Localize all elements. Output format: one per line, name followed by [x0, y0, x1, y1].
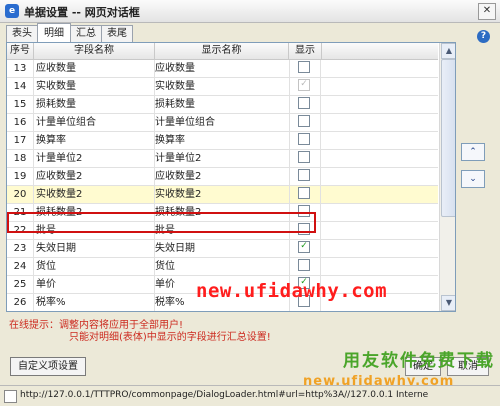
tab-header[interactable]: 表头 — [6, 25, 38, 42]
row-number: 14 — [7, 78, 34, 95]
display-name-cell: 计量单位组合 — [153, 114, 290, 131]
field-name-cell: 货位 — [34, 258, 155, 275]
table-row[interactable]: 24 货位 货位 — [7, 258, 438, 276]
custom-item-settings-button[interactable]: 自定义项设置 — [10, 357, 86, 376]
page-icon — [4, 390, 17, 403]
row-number: 25 — [7, 276, 34, 293]
visible-cell: ✓ — [288, 78, 321, 95]
field-name-cell: 换算率 — [34, 132, 155, 149]
row-number: 13 — [7, 60, 34, 77]
display-name-cell: 实收数量 — [153, 78, 290, 95]
display-name-cell: 应收数量2 — [153, 168, 290, 185]
field-name-cell: 税率% — [34, 294, 155, 311]
table-row[interactable]: 13 应收数量 应收数量 — [7, 60, 438, 78]
row-number: 15 — [7, 96, 34, 113]
scroll-down-button[interactable]: ▼ — [441, 295, 455, 311]
visible-checkbox[interactable]: ✓ — [298, 241, 310, 253]
help-icon[interactable]: ? — [477, 30, 490, 43]
visible-checkbox[interactable] — [298, 115, 310, 127]
field-name-cell: 计量单位组合 — [34, 114, 155, 131]
grid-header: 序号 字段名称 显示名称 显示 — [7, 43, 438, 60]
table-row[interactable]: 14 实收数量 实收数量 ✓ — [7, 78, 438, 96]
table-row[interactable]: 19 应收数量2 应收数量2 — [7, 168, 438, 186]
ie-icon: e — [5, 4, 19, 18]
title-bar: e 单据设置 -- 网页对话框 ✕ — [0, 0, 500, 23]
move-up-button[interactable]: ⌃ — [461, 143, 485, 161]
highlight-box — [7, 212, 316, 233]
visible-checkbox[interactable] — [298, 61, 310, 73]
close-button[interactable]: ✕ — [478, 3, 496, 20]
move-down-button[interactable]: ⌄ — [461, 170, 485, 188]
watermark-url: new.ufidawhy.com — [196, 280, 388, 302]
window-title: 单据设置 -- 网页对话框 — [24, 6, 140, 19]
status-url: http://127.0.0.1/TTTPRO/commonpage/Dialo… — [20, 390, 429, 400]
field-name-cell: 实收数量2 — [34, 186, 155, 203]
display-name-cell: 换算率 — [153, 132, 290, 149]
header-field-name: 字段名称 — [34, 43, 155, 59]
watermark-brand: 用友软件免费下载 — [343, 351, 495, 371]
field-name-cell: 应收数量2 — [34, 168, 155, 185]
row-number: 26 — [7, 294, 34, 311]
visible-cell — [288, 150, 321, 167]
visible-cell — [288, 132, 321, 149]
visible-cell — [288, 60, 321, 77]
field-name-cell: 单价 — [34, 276, 155, 293]
row-number: 20 — [7, 186, 34, 203]
visible-checkbox[interactable] — [298, 169, 310, 181]
table-row[interactable]: 23 失效日期 失效日期 ✓ — [7, 240, 438, 258]
display-name-cell: 计量单位2 — [153, 150, 290, 167]
header-display-name: 显示名称 — [155, 43, 289, 59]
row-number: 16 — [7, 114, 34, 131]
display-name-cell: 实收数量2 — [153, 186, 290, 203]
vertical-scrollbar[interactable]: ▲ ▼ — [439, 43, 455, 311]
tab-detail[interactable]: 明细 — [37, 23, 71, 42]
scroll-thumb[interactable] — [441, 59, 455, 217]
table-row[interactable]: 20 实收数量2 实收数量2 — [7, 186, 438, 204]
visible-checkbox[interactable] — [298, 133, 310, 145]
display-name-cell: 货位 — [153, 258, 290, 275]
table-row[interactable]: 17 换算率 换算率 — [7, 132, 438, 150]
visible-checkbox[interactable] — [298, 97, 310, 109]
visible-checkbox[interactable] — [298, 259, 310, 271]
display-name-cell: 应收数量 — [153, 60, 290, 77]
table-row[interactable]: 15 损耗数量 损耗数量 — [7, 96, 438, 114]
row-number: 19 — [7, 168, 34, 185]
grid-rows: 13 应收数量 应收数量 14 实收数量 实收数量 ✓ 15 损耗数量 损耗数量 16 计量单位组合计… — [7, 60, 438, 311]
visible-cell — [288, 96, 321, 113]
tab-footer[interactable]: 表尾 — [101, 25, 133, 42]
field-name-cell: 计量单位2 — [34, 150, 155, 167]
table-row[interactable]: 16 计量单位组合 计量单位组合 — [7, 114, 438, 132]
visible-checkbox[interactable] — [298, 151, 310, 163]
header-visible: 显示 — [289, 43, 322, 59]
tip-line-2: 只能对明细(表体)中显示的字段进行汇总设置! — [69, 332, 271, 343]
tab-summary[interactable]: 汇总 — [70, 25, 102, 42]
field-name-cell: 应收数量 — [34, 60, 155, 77]
row-number: 18 — [7, 150, 34, 167]
visible-cell — [288, 168, 321, 185]
row-number: 23 — [7, 240, 34, 257]
visible-cell — [288, 258, 321, 275]
table-row[interactable]: 18 计量单位2 计量单位2 — [7, 150, 438, 168]
visible-checkbox[interactable] — [298, 187, 310, 199]
visible-checkbox: ✓ — [298, 79, 310, 91]
visible-cell — [288, 114, 321, 131]
field-grid: 序号 字段名称 显示名称 显示 13 应收数量 应收数量 14 实收数量 实收数量 ✓ 15 损… — [6, 42, 456, 312]
display-name-cell: 失效日期 — [153, 240, 290, 257]
status-bar: http://127.0.0.1/TTTPRO/commonpage/Dialo… — [0, 385, 500, 406]
display-name-cell: 损耗数量 — [153, 96, 290, 113]
row-number: 24 — [7, 258, 34, 275]
header-no: 序号 — [7, 43, 34, 59]
scroll-up-button[interactable]: ▲ — [441, 43, 455, 59]
visible-cell: ✓ — [288, 240, 321, 257]
row-number: 17 — [7, 132, 34, 149]
field-name-cell: 损耗数量 — [34, 96, 155, 113]
field-name-cell: 实收数量 — [34, 78, 155, 95]
field-name-cell: 失效日期 — [34, 240, 155, 257]
visible-cell — [288, 186, 321, 203]
